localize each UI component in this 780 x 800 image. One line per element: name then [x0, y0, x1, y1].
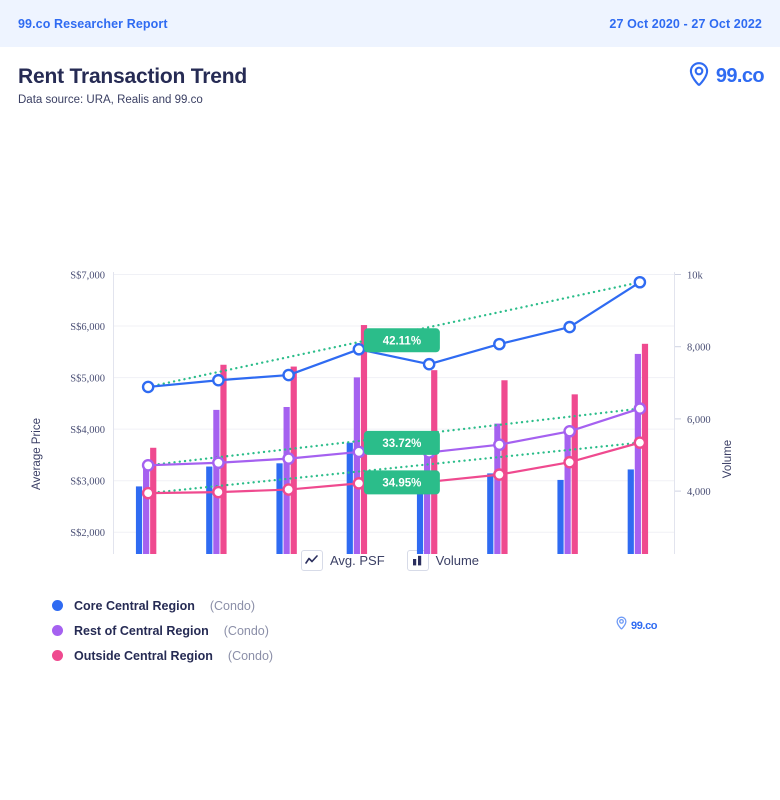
y2-axis-title: Volume: [722, 440, 734, 478]
brand-logo: 99.co: [687, 61, 765, 92]
volume-bar: [276, 463, 283, 554]
legend-label: Avg. PSF: [329, 553, 385, 568]
volume-bar: [571, 394, 578, 554]
volume-bar: [557, 479, 564, 554]
region-legend-item-rest-central[interactable]: Rest of Central Region (Condo): [52, 618, 780, 643]
volume-bar: [353, 377, 360, 554]
title-block: Rent Transaction Trend Data source: URA,…: [0, 47, 780, 106]
y2-tick-label: 6,000: [687, 415, 711, 426]
location-pin-icon: [687, 61, 711, 92]
volume-bar: [627, 469, 634, 554]
data-point-marker: [141, 486, 155, 500]
region-type: (Condo): [209, 598, 256, 613]
legend-color-dot: [52, 625, 63, 636]
volume-bar: [213, 409, 220, 554]
data-point-marker: [493, 337, 506, 351]
legend-label: Volume: [435, 553, 480, 568]
data-point-marker: [493, 438, 506, 451]
volume-bar: [641, 343, 649, 554]
chart-watermark: 99.co: [612, 615, 661, 636]
volume-bar: [487, 473, 494, 554]
region-legend: Core Central Region (Condo) Rest of Cent…: [52, 593, 780, 668]
data-point-marker: [563, 320, 576, 334]
legend-color-dot: [52, 650, 63, 661]
region-name: Outside Central Region: [74, 648, 213, 663]
data-point-marker: [352, 445, 366, 459]
y2-tick-label: 10k: [687, 271, 704, 282]
legend-color-dot: [52, 600, 63, 611]
y-tick-label: S$2,000: [70, 528, 105, 539]
volume-bar: [634, 353, 641, 554]
y-tick-label: S$3,000: [70, 477, 105, 488]
data-point-marker: [212, 373, 225, 387]
page-title: Rent Transaction Trend: [18, 65, 247, 88]
region-name: Rest of Central Region: [74, 623, 209, 638]
date-range-label: 27 Oct 2020 - 27 Oct 2022: [609, 16, 762, 31]
growth-badge-label: 33.72%: [382, 438, 421, 450]
brand-name: 99.co: [715, 65, 765, 87]
data-point-marker: [493, 468, 506, 481]
data-point-marker: [563, 455, 576, 469]
region-type: (Condo): [223, 623, 269, 638]
data-point-marker: [633, 402, 647, 415]
data-point-marker: [141, 380, 155, 394]
location-pin-icon: [615, 616, 628, 635]
data-source-label: Data source: URA, Realis and 99.co: [18, 94, 203, 106]
left-axis-ticks: S$7,000 S$6,000 S$5,000 S$4,000 S$3,000 …: [70, 271, 105, 540]
data-point-marker: [352, 477, 366, 490]
y-axis-title: Average Price: [31, 418, 43, 490]
data-point-marker: [141, 459, 155, 472]
y2-tick-label: 8,000: [687, 343, 711, 354]
volume-bar: [283, 406, 290, 554]
y-tick-label: S$5,000: [70, 374, 105, 385]
report-topbar: 99.co Researcher Report 27 Oct 2020 - 27…: [0, 0, 780, 47]
volume-bar: [431, 370, 438, 554]
data-point-marker: [212, 485, 225, 499]
report-page: 99.co Researcher Report 27 Oct 2020 - 27…: [0, 0, 780, 800]
volume-bar: [143, 464, 150, 554]
volume-bar: [501, 380, 508, 554]
data-point-marker: [633, 436, 647, 449]
data-point-marker: [563, 424, 576, 438]
data-point-marker: [422, 357, 436, 371]
data-point-marker: [282, 452, 295, 465]
y2-tick-label: 4,000: [687, 487, 711, 498]
region-type: (Condo): [227, 648, 274, 663]
chart-container: S$7,000 S$6,000 S$5,000 S$4,000 S$3,000 …: [0, 114, 780, 636]
growth-badge-label: 34.95%: [382, 478, 421, 490]
y-tick-label: S$6,000: [70, 322, 105, 333]
watermark-text: 99.co: [631, 619, 658, 632]
growth-badge-label: 42.11%: [383, 336, 421, 348]
data-point-marker: [633, 275, 647, 289]
region-legend-item-core-central[interactable]: Core Central Region (Condo): [52, 593, 780, 618]
region-legend-item-outside-central[interactable]: Outside Central Region (Condo): [52, 643, 780, 668]
data-point-marker: [282, 483, 295, 496]
y-tick-label: S$4,000: [70, 425, 105, 436]
data-point-marker: [212, 456, 225, 470]
volume-bar: [564, 427, 571, 554]
data-point-marker: [282, 368, 295, 382]
volume-bar: [206, 466, 213, 554]
avg-psf-lines-group: [141, 275, 647, 500]
right-axis-ticks: 10k 8,000 6,000 4,000 2,000 0: [675, 271, 711, 498]
data-point-marker: [352, 342, 366, 356]
y-tick-label: S$7,000: [70, 271, 105, 282]
volume-bar: [135, 486, 143, 554]
volume-bar: [346, 442, 353, 554]
rent-transaction-trend-chart: S$7,000 S$6,000 S$5,000 S$4,000 S$3,000 …: [31, 271, 734, 554]
region-name: Core Central Region: [74, 598, 195, 613]
report-label: 99.co Researcher Report: [18, 16, 168, 31]
